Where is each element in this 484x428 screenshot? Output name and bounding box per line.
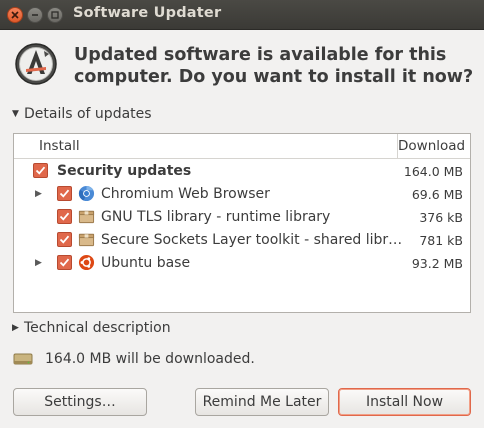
technical-description-expander[interactable]: ▶ Technical description [12,320,171,336]
updates-list[interactable]: Install Download Security updates 164.0 … [13,133,471,313]
expander-arrow-down-icon: ▼ [12,109,19,119]
maximize-window-button[interactable] [47,7,63,23]
install-now-button[interactable]: Install Now [338,388,471,416]
list-item-ubuntu-base[interactable]: ▶ Ubuntu base 93.2 MB [14,252,470,275]
update-checkbox[interactable] [57,209,72,224]
list-item-chromium[interactable]: ▶ Chromium Web Browser 69.6 MB [14,183,470,206]
checkmark-icon [59,212,70,221]
expander-arrow-right-icon: ▶ [12,323,19,333]
download-status: 164.0 MB will be downloaded. [13,351,255,367]
list-item-size: 376 kB [419,210,463,225]
list-item-label: Security updates [57,163,192,179]
minimize-icon [32,14,38,16]
checkmark-icon [59,235,70,244]
technical-expander-label: Technical description [24,320,171,336]
headline: Updated software is available for this c… [74,45,474,87]
list-item-ssl-toolkit[interactable]: Secure Sockets Layer toolkit - shared li… [14,229,470,252]
update-checkbox[interactable] [57,255,72,270]
settings-button[interactable]: Settings… [13,388,147,416]
expand-arrow-right-icon[interactable]: ▶ [35,258,42,268]
list-item-security-updates[interactable]: Security updates 164.0 MB [14,160,470,183]
expand-arrow-right-icon[interactable]: ▶ [35,189,42,199]
update-checkbox[interactable] [57,186,72,201]
close-icon [11,11,19,19]
ubuntu-icon [78,254,95,271]
details-expander-label: Details of updates [24,106,152,122]
column-header-download[interactable]: Download [398,138,465,154]
column-header-install[interactable]: Install [39,138,80,154]
list-item-label: Secure Sockets Layer toolkit - shared li… [101,232,403,248]
list-item-size: 164.0 MB [403,164,463,179]
list-item-size: 93.2 MB [411,256,463,271]
package-icon [78,233,95,247]
status-text: 164.0 MB will be downloaded. [45,351,255,367]
checkmark-icon [35,166,46,175]
list-item-size: 781 kB [419,233,463,248]
package-icon [78,210,95,224]
list-item-size: 69.6 MB [411,187,463,202]
list-item-label: GNU TLS library - runtime library [101,209,331,225]
security-updates-checkbox[interactable] [33,163,48,178]
remind-me-later-button[interactable]: Remind Me Later [195,388,329,416]
software-updater-window: Software Updater Updated software is ava… [0,0,484,428]
checkmark-icon [59,189,70,198]
update-checkbox[interactable] [57,232,72,247]
close-window-button[interactable] [7,7,23,23]
maximize-icon [51,11,59,19]
list-item-label: Chromium Web Browser [101,186,270,202]
list-header: Install Download [14,134,470,159]
chromium-icon [78,185,95,202]
window-title: Software Updater [73,5,222,21]
minimize-window-button[interactable] [27,7,43,23]
list-item-gnu-tls[interactable]: GNU TLS library - runtime library 376 kB [14,206,470,229]
checkmark-icon [59,258,70,267]
software-updater-icon [15,43,57,85]
details-of-updates-expander[interactable]: ▼ Details of updates [12,106,152,122]
title-bar: Software Updater [0,0,484,30]
list-item-label: Ubuntu base [101,255,191,271]
drive-icon [13,353,33,365]
